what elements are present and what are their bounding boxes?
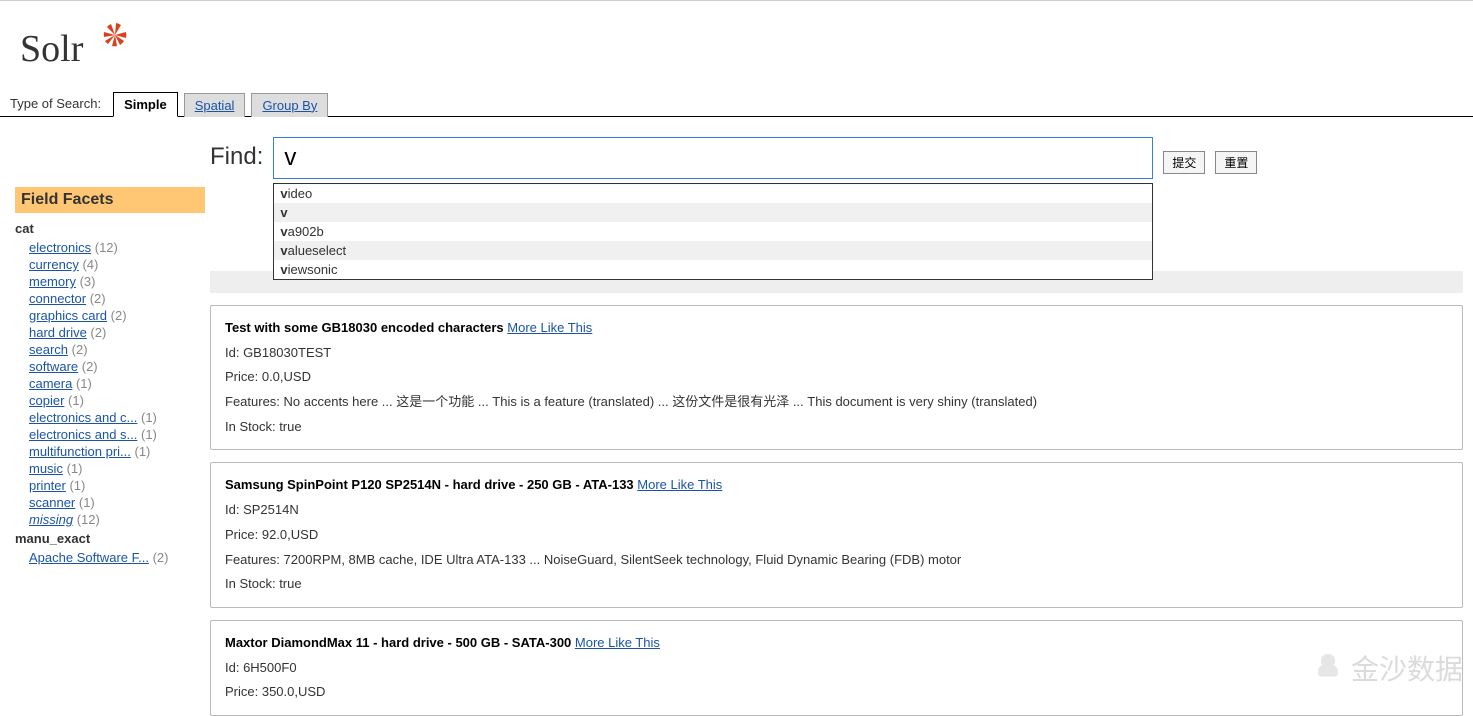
facet-link[interactable]: copier: [29, 393, 64, 408]
result-line: Price: 0.0,USD: [225, 365, 1448, 390]
result-item: Samsung SpinPoint P120 SP2514N - hard dr…: [210, 462, 1463, 607]
content: Find: videovva902bvalueselectviewsonic 提…: [210, 117, 1473, 716]
facet-link[interactable]: currency: [29, 257, 79, 272]
search-type-tabs: Type of Search: Simple Spatial Group By: [0, 91, 1473, 117]
facet-link[interactable]: scanner: [29, 495, 75, 510]
facet-count: (1): [63, 461, 83, 476]
facet-item: music (1): [29, 461, 205, 476]
facet-item: search (2): [29, 342, 205, 357]
facet-count: (12): [91, 240, 118, 255]
facet-group-title: cat: [15, 221, 205, 236]
facet-count: (12): [73, 512, 100, 527]
facet-count: (1): [75, 495, 95, 510]
facet-link[interactable]: multifunction pri...: [29, 444, 131, 459]
facet-count: (2): [107, 308, 127, 323]
autocomplete-item[interactable]: va902b: [274, 222, 1152, 241]
facet-item: camera (1): [29, 376, 205, 391]
facet-item: electronics (12): [29, 240, 205, 255]
result-line: Id: GB18030TEST: [225, 341, 1448, 366]
result-line: Features: 7200RPM, 8MB cache, IDE Ultra …: [225, 548, 1448, 573]
result-line: In Stock: true: [225, 415, 1448, 440]
facet-count: (1): [72, 376, 92, 391]
reset-button[interactable]: 重置: [1215, 151, 1257, 174]
submit-button[interactable]: 提交: [1163, 151, 1205, 174]
facet-link[interactable]: electronics: [29, 240, 91, 255]
autocomplete-item[interactable]: v: [274, 203, 1152, 222]
facet-count: (1): [131, 444, 151, 459]
facet-count: (1): [137, 427, 157, 442]
facet-item: graphics card (2): [29, 308, 205, 323]
result-title: Maxtor DiamondMax 11 - hard drive - 500 …: [225, 635, 575, 650]
facet-count: (2): [86, 291, 106, 306]
more-like-this-link[interactable]: More Like This: [507, 320, 592, 335]
tab-spatial[interactable]: Spatial: [184, 93, 246, 117]
logo: Solr: [0, 1, 1473, 91]
facet-item: printer (1): [29, 478, 205, 493]
facet-link[interactable]: search: [29, 342, 68, 357]
more-like-this-link[interactable]: More Like This: [575, 635, 660, 650]
facet-link[interactable]: Apache Software F...: [29, 550, 149, 565]
result-line: In Stock: true: [225, 572, 1448, 597]
facet-link[interactable]: printer: [29, 478, 66, 493]
facet-item: hard drive (2): [29, 325, 205, 340]
tab-groupby[interactable]: Group By: [251, 93, 328, 117]
facet-count: (1): [64, 393, 84, 408]
facet-item: electronics and c... (1): [29, 410, 205, 425]
facet-link[interactable]: music: [29, 461, 63, 476]
result-line: Features: No accents here ... 这是一个功能 ...…: [225, 390, 1448, 415]
result-title: Samsung SpinPoint P120 SP2514N - hard dr…: [225, 477, 637, 492]
facet-count: (2): [87, 325, 107, 340]
facet-group-title: manu_exact: [15, 531, 205, 546]
facet-link[interactable]: hard drive: [29, 325, 87, 340]
result-item: Test with some GB18030 encoded character…: [210, 305, 1463, 450]
find-label: Find:: [210, 137, 263, 171]
facet-count: (2): [68, 342, 88, 357]
facet-count: (3): [76, 274, 96, 289]
result-line: Price: 350.0,USD: [225, 680, 1448, 705]
search-input[interactable]: [273, 137, 1153, 179]
facet-count: (1): [137, 410, 157, 425]
facet-count: (4): [79, 257, 99, 272]
facet-item: currency (4): [29, 257, 205, 272]
facet-item: electronics and s... (1): [29, 427, 205, 442]
autocomplete-item[interactable]: viewsonic: [274, 260, 1152, 279]
result-item: Maxtor DiamondMax 11 - hard drive - 500 …: [210, 620, 1463, 716]
result-title: Test with some GB18030 encoded character…: [225, 320, 507, 335]
facet-link[interactable]: connector: [29, 291, 86, 306]
facet-link[interactable]: graphics card: [29, 308, 107, 323]
facet-item: memory (3): [29, 274, 205, 289]
facet-item: multifunction pri... (1): [29, 444, 205, 459]
watermark: 金沙数据: [1311, 648, 1463, 688]
svg-text:Solr: Solr: [20, 28, 84, 70]
result-line: Id: 6H500F0: [225, 656, 1448, 681]
facet-link[interactable]: missing: [29, 512, 73, 527]
tab-simple[interactable]: Simple: [113, 92, 178, 117]
facet-item: missing (12): [29, 512, 205, 527]
facet-count: (2): [78, 359, 98, 374]
autocomplete-dropdown: videovva902bvalueselectviewsonic: [273, 183, 1153, 280]
facet-item: copier (1): [29, 393, 205, 408]
tabs-label: Type of Search:: [10, 96, 101, 111]
facet-count: (2): [149, 550, 169, 565]
facet-item: connector (2): [29, 291, 205, 306]
more-like-this-link[interactable]: More Like This: [637, 477, 722, 492]
result-line: Id: SP2514N: [225, 498, 1448, 523]
facet-link[interactable]: camera: [29, 376, 72, 391]
facet-item: Apache Software F... (2): [29, 550, 205, 565]
result-line: Price: 92.0,USD: [225, 523, 1448, 548]
facet-count: (1): [66, 478, 86, 493]
facet-link[interactable]: electronics and s...: [29, 427, 137, 442]
autocomplete-item[interactable]: video: [274, 184, 1152, 203]
facet-header: Field Facets: [15, 187, 205, 213]
facet-link[interactable]: memory: [29, 274, 76, 289]
facet-link[interactable]: software: [29, 359, 78, 374]
facet-item: scanner (1): [29, 495, 205, 510]
facet-item: software (2): [29, 359, 205, 374]
autocomplete-item[interactable]: valueselect: [274, 241, 1152, 260]
sidebar: Field Facets cat electronics (12) currency…: [0, 117, 210, 716]
facet-link[interactable]: electronics and c...: [29, 410, 137, 425]
